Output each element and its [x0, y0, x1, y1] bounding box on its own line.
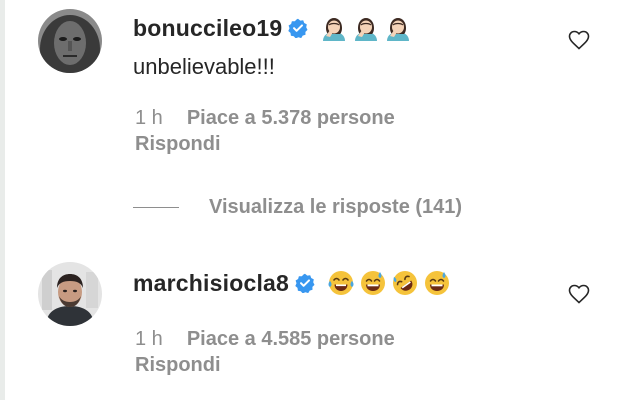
face-with-tears-of-joy-icon — [328, 271, 354, 295]
view-replies-label: Visualizza le risposte (141) — [209, 196, 463, 218]
grinning-sweat-icon — [361, 271, 386, 295]
reply-button[interactable]: Rispondi — [135, 133, 221, 156]
comment-time[interactable]: 1 h — [135, 328, 163, 351]
grinning-sweat-icon — [425, 271, 450, 295]
comments-panel: bonuccileo19 unbelievable!!! 1 h Piace a… — [5, 0, 640, 400]
like-heart-icon[interactable] — [567, 28, 591, 52]
replies-divider — [133, 207, 179, 208]
verified-badge-icon — [288, 18, 308, 38]
view-replies-button[interactable]: Visualizza le risposte (141) — [133, 196, 462, 219]
comment-meta: 1 h Piace a 4.585 persone — [135, 328, 395, 351]
avatar[interactable] — [38, 262, 102, 326]
verified-badge-icon — [295, 273, 315, 293]
comment-time[interactable]: 1 h — [135, 107, 163, 130]
reply-button[interactable]: Rispondi — [135, 354, 221, 377]
rolling-on-floor-laughing-icon — [393, 271, 418, 295]
username[interactable]: bonuccileo19 — [133, 15, 282, 42]
comment-text: unbelievable!!! — [133, 54, 275, 79]
comment-author-line: marchisiocla8 — [133, 269, 451, 297]
username[interactable]: marchisiocla8 — [133, 270, 289, 297]
man-facepalming-icon — [323, 18, 346, 41]
like-heart-icon[interactable] — [567, 282, 591, 306]
comment-meta: 1 h Piace a 5.378 persone — [135, 107, 395, 130]
comment-likes[interactable]: Piace a 4.585 persone — [187, 328, 395, 351]
man-facepalming-icon — [387, 18, 410, 41]
man-facepalming-icon — [355, 18, 378, 41]
comment-author-line: bonuccileo19 — [133, 14, 412, 42]
avatar[interactable] — [38, 9, 102, 73]
comment-likes[interactable]: Piace a 5.378 persone — [187, 107, 395, 130]
